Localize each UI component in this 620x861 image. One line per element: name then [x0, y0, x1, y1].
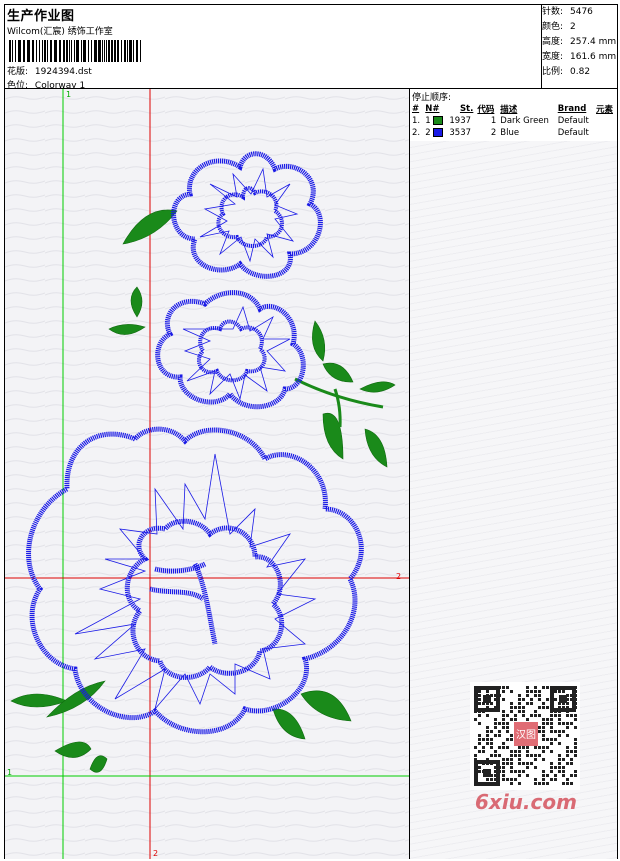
col-header-brand: Brand: [557, 104, 587, 114]
stop-sequence-title: 停止顺序:: [412, 93, 452, 103]
design-stats: 针数: 5476 颜色: 2 高度: 257.4 mm 宽度: 161.6 mm 比例:…: [542, 5, 616, 80]
stop-sequence-panel: 停止顺序: # N# St. 代码 描述 Brand 元素 1. 1 1937 …: [410, 89, 617, 139]
watermark-text: 6xiu.com: [475, 790, 577, 814]
color-swatch-blue: [433, 128, 444, 137]
embroidery-preview: 1 2 2 1: [5, 89, 409, 859]
studio-name: Wilcom(汇宸) 绣饰工作室: [7, 27, 113, 37]
row-stitches: 1937: [449, 116, 472, 126]
design-file-label: 花版:: [7, 67, 29, 77]
stamp-text: 汉图: [516, 729, 536, 741]
stat-colors: 颜色: 2: [542, 22, 576, 32]
col-header-stitches: St.: [459, 104, 474, 114]
barcode-image: [9, 40, 141, 62]
stat-height: 高度: 257.4 mm: [542, 37, 617, 47]
table-row: 2. 2 3537 2 Blue Default: [410, 127, 617, 139]
row-element: [594, 127, 617, 139]
guide-label-v1: 1: [66, 90, 71, 99]
col-header-element: 元素: [596, 105, 614, 115]
row-code: 2: [490, 128, 497, 138]
guide-label-h2: 2: [396, 572, 401, 581]
row-code: 1: [490, 116, 497, 126]
row-brand: Default: [557, 128, 589, 138]
row-number: 1: [423, 115, 447, 127]
row-brand: Default: [557, 116, 589, 126]
col-header-description: 描述: [500, 105, 518, 115]
stop-sequence-table: # N# St. 代码 描述 Brand 元素 1. 1 1937 1 Dark…: [410, 103, 617, 139]
col-header-code: 代码: [477, 105, 495, 115]
header-info: 生产作业图 Wilcom(汇宸) 绣饰工作室 花版: 1924394.dst 色…: [5, 5, 540, 91]
row-description: Dark Green: [500, 116, 549, 126]
row-stitches: 3537: [449, 128, 472, 138]
design-file-row: 花版: 1924394.dst: [7, 64, 92, 77]
table-row: 1. 1 1937 1 Dark Green Default: [410, 115, 617, 127]
col-header-index: #: [412, 104, 420, 114]
row-index: 2.: [412, 128, 421, 138]
row-description: Blue: [500, 128, 520, 138]
worksheet-title: 生产作业图: [7, 9, 75, 24]
table-header-row: # N# St. 代码 描述 Brand 元素: [410, 103, 617, 115]
row-element: [594, 115, 617, 127]
color-swatch-green: [433, 116, 444, 125]
qr-code-image: 汉图: [470, 682, 580, 790]
stat-width: 宽度: 161.6 mm: [542, 52, 617, 62]
row-number: 2: [423, 127, 447, 139]
guide-label-h1: 1: [7, 768, 12, 777]
row-index: 1.: [412, 116, 421, 126]
col-header-number: N#: [425, 104, 440, 114]
design-file-value: 1924394.dst: [34, 67, 92, 77]
stat-scale: 比例: 0.82: [542, 67, 591, 77]
design-canvas: 1 2 2 1: [5, 89, 409, 859]
guide-label-v2: 2: [153, 849, 158, 858]
stat-stitches: 针数: 5476: [542, 7, 593, 17]
